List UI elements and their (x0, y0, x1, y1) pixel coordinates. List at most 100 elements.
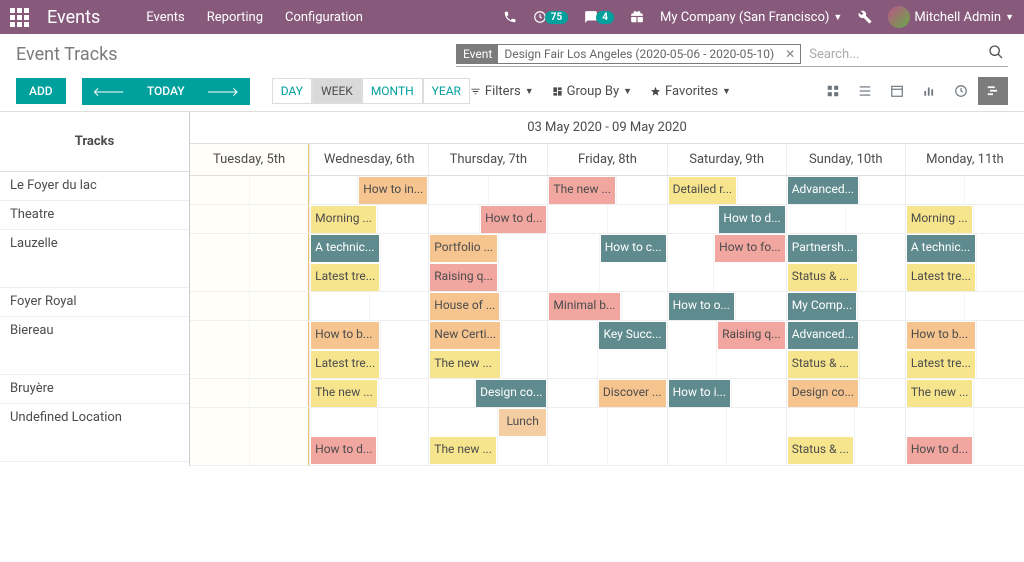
event-chip[interactable]: The new ... (549, 177, 615, 204)
event-chip[interactable]: A technic... (311, 235, 379, 262)
event-chip[interactable]: Advanced... (788, 322, 858, 349)
calendar-view-icon[interactable] (882, 77, 912, 105)
event-chip[interactable]: Key Succ... (599, 322, 665, 349)
today-button[interactable]: TODAY (136, 78, 196, 105)
event-chip[interactable]: Discover ... (599, 380, 666, 407)
event-chip[interactable]: How to b... (311, 322, 379, 349)
track-row[interactable]: Undefined Location (0, 404, 189, 462)
event-chip[interactable]: The new ... (311, 380, 377, 407)
nav-buttons: 🡐 TODAY 🡒 (82, 78, 250, 105)
scale-week[interactable]: WEEK (312, 78, 362, 104)
day-header[interactable]: Friday, 8th (547, 144, 666, 175)
event-chip[interactable]: How to fo... (715, 235, 785, 262)
day-header[interactable]: Saturday, 9th (667, 144, 786, 175)
app-title[interactable]: Events (47, 7, 100, 28)
event-chip[interactable]: Design co... (788, 380, 858, 407)
event-chip[interactable]: Detailed r... (669, 177, 736, 204)
topbar: Events Events Reporting Configuration 75… (0, 0, 1024, 34)
event-chip[interactable]: My Comp... (788, 293, 857, 320)
event-chip[interactable]: Latest tre... (907, 264, 975, 291)
messaging-icon[interactable]: 4 (584, 10, 614, 24)
view-switcher (818, 77, 1008, 105)
next-button[interactable]: 🡒 (196, 78, 250, 105)
track-row[interactable]: Le Foyer du lac (0, 172, 189, 201)
search-input[interactable]: Search... (801, 45, 984, 64)
day-header[interactable]: Sunday, 10th (786, 144, 905, 175)
event-chip[interactable]: Minimal b... (549, 293, 619, 320)
track-row[interactable]: Bruyère (0, 375, 189, 404)
event-chip[interactable]: How to i... (669, 380, 730, 407)
event-chip[interactable]: Portfolio ... (430, 235, 497, 262)
chevron-down-icon: ▼ (525, 86, 534, 97)
search-icon[interactable] (984, 44, 1008, 64)
event-chip[interactable]: Lunch (499, 409, 547, 436)
kanban-view-icon[interactable] (818, 77, 848, 105)
gift-icon[interactable] (630, 10, 644, 24)
prev-button[interactable]: 🡐 (82, 78, 136, 105)
nav-configuration[interactable]: Configuration (285, 10, 363, 25)
event-chip[interactable]: Morning ... (907, 206, 972, 233)
activity-view-icon[interactable] (946, 77, 976, 105)
event-chip[interactable]: Partnersh... (788, 235, 858, 262)
user-menu[interactable]: Mitchell Admin ▼ (888, 6, 1014, 28)
event-chip[interactable]: How to b... (907, 322, 975, 349)
gantt-grid: Tracks Le Foyer du lac Theatre Lauzelle … (0, 111, 1024, 466)
day-header[interactable]: Thursday, 7th (428, 144, 547, 175)
scale-day[interactable]: DAY (272, 78, 312, 104)
groupby-button[interactable]: Group By ▼ (552, 84, 632, 99)
event-chip[interactable]: Raising q... (718, 322, 785, 349)
day-header[interactable]: Wednesday, 6th (309, 144, 428, 175)
event-chip[interactable]: How to d... (719, 206, 784, 233)
track-row[interactable]: Theatre (0, 201, 189, 230)
event-chip[interactable]: Morning ... (311, 206, 376, 233)
nav-reporting[interactable]: Reporting (207, 10, 263, 25)
event-chip[interactable]: Status & ... (788, 264, 858, 291)
phone-icon[interactable] (503, 10, 517, 24)
event-chip[interactable]: Status & ... (788, 437, 853, 464)
event-chip[interactable]: How to d... (311, 437, 376, 464)
event-chip[interactable]: Raising q... (430, 264, 497, 291)
chevron-down-icon: ▼ (1005, 12, 1014, 23)
activity-icon[interactable]: 75 (533, 10, 568, 24)
chevron-down-icon: ▼ (623, 86, 632, 97)
favorites-button[interactable]: Favorites ▼ (650, 84, 731, 99)
filters-button[interactable]: Filters ▼ (470, 84, 534, 99)
day-header[interactable]: Tuesday, 5th (190, 144, 309, 175)
event-chip[interactable]: How to d... (907, 437, 972, 464)
track-row[interactable]: Foyer Royal (0, 288, 189, 317)
event-chip[interactable]: Design co... (476, 380, 546, 407)
nav-events[interactable]: Events (146, 10, 184, 25)
event-chip[interactable]: How to d... (481, 206, 546, 233)
event-chip[interactable]: Advanced... (788, 177, 858, 204)
track-row[interactable]: Lauzelle (0, 230, 189, 288)
add-button[interactable]: ADD (16, 78, 66, 104)
event-chip[interactable]: A technic... (907, 235, 975, 262)
scale-month[interactable]: MONTH (362, 78, 423, 104)
event-chip[interactable]: How to in... (359, 177, 427, 204)
event-chip[interactable]: How to o... (669, 293, 734, 320)
event-chip[interactable]: House of ... (430, 293, 499, 320)
chevron-down-icon: ▼ (833, 12, 842, 23)
debug-icon[interactable] (858, 10, 872, 24)
cp-middle: Filters ▼ Group By ▼ Favorites ▼ (470, 84, 818, 99)
event-chip[interactable]: How to c... (601, 235, 666, 262)
event-chip[interactable]: New Certi... (430, 322, 500, 349)
facet-remove-icon[interactable]: ✕ (780, 47, 800, 61)
company-select[interactable]: My Company (San Francisco) ▼ (660, 10, 842, 25)
event-chip[interactable]: The new ... (430, 437, 496, 464)
control-panel: Event Tracks Event Design Fair Los Angel… (0, 34, 1024, 105)
search-bar[interactable]: Event Design Fair Los Angeles (2020-05-0… (456, 42, 1008, 67)
event-chip[interactable]: The new ... (907, 380, 973, 407)
event-chip[interactable]: The new ... (430, 351, 500, 378)
track-row[interactable]: Biereau (0, 317, 189, 375)
event-chip[interactable]: Latest tre... (311, 351, 379, 378)
graph-view-icon[interactable] (914, 77, 944, 105)
event-chip[interactable]: Latest tre... (907, 351, 975, 378)
gantt-view-icon[interactable] (978, 77, 1008, 105)
list-view-icon[interactable] (850, 77, 880, 105)
day-header[interactable]: Monday, 11th (905, 144, 1024, 175)
apps-icon[interactable] (10, 8, 29, 27)
event-chip[interactable]: Latest tre... (311, 264, 379, 291)
event-chip[interactable]: Status & ... (788, 351, 858, 378)
scale-year[interactable]: YEAR (423, 78, 470, 104)
